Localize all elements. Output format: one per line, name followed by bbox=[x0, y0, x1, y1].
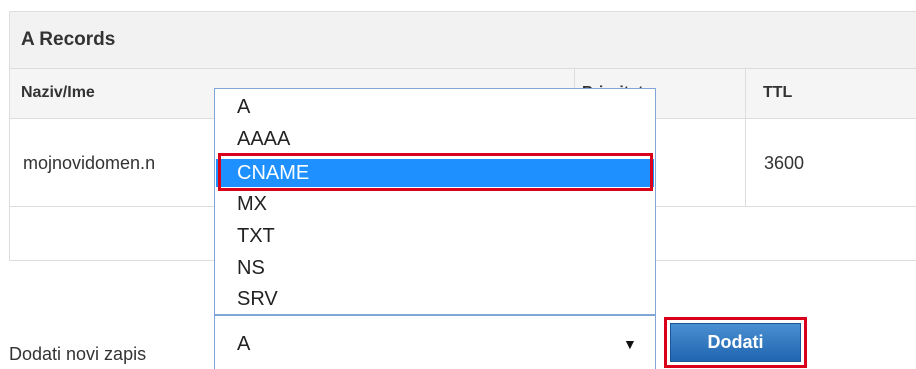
add-button[interactable]: Dodati bbox=[670, 323, 801, 362]
panel-header: A Records bbox=[10, 12, 916, 69]
option-cname[interactable]: CNAME bbox=[216, 159, 654, 187]
add-record-label: Dodati novi zapis bbox=[9, 344, 147, 364]
option-a[interactable]: A bbox=[216, 93, 654, 121]
record-type-select[interactable]: A ▼ bbox=[214, 315, 656, 369]
option-mx[interactable]: MX bbox=[216, 190, 654, 218]
option-aaaa[interactable]: AAAA bbox=[216, 125, 654, 153]
option-txt[interactable]: TXT bbox=[216, 222, 654, 250]
panel-title: A Records bbox=[21, 29, 116, 50]
option-ns[interactable]: NS bbox=[216, 254, 654, 282]
column-header-ttl: TTL bbox=[763, 84, 793, 101]
record-type-dropdown-list: A AAAA CNAME MX TXT NS SRV bbox=[214, 88, 656, 315]
add-button-highlight: Dodati bbox=[664, 317, 807, 368]
column-header-name: Naziv/Ime bbox=[21, 84, 95, 101]
record-ttl-cell: 3600 bbox=[764, 153, 805, 173]
option-srv[interactable]: SRV bbox=[216, 285, 654, 313]
select-current-value: A bbox=[237, 333, 251, 355]
dropdown-arrow-icon: ▼ bbox=[623, 336, 637, 352]
record-name-cell: mojnovidomen.n bbox=[23, 153, 156, 173]
